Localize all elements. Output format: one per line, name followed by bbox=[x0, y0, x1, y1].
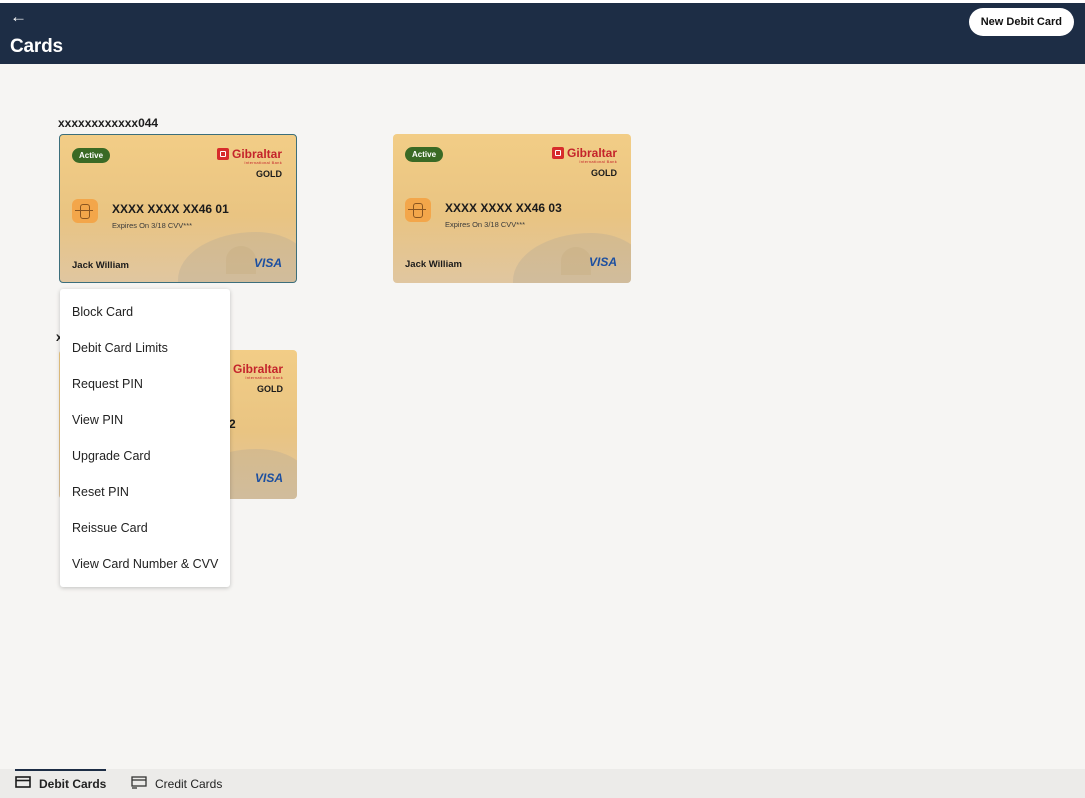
credit-card-icon bbox=[131, 775, 147, 792]
card-decoration bbox=[226, 246, 256, 274]
bank-subtitle: International Bank bbox=[244, 160, 282, 165]
card-actions-menu: Block Card Debit Card Limits Request PIN… bbox=[60, 289, 230, 587]
card-chip-icon bbox=[72, 199, 98, 223]
visa-logo: VISA bbox=[254, 471, 283, 485]
menu-item-reset-pin[interactable]: Reset PIN bbox=[60, 474, 230, 510]
menu-item-debit-card-limits[interactable]: Debit Card Limits bbox=[60, 330, 230, 366]
back-arrow-icon[interactable]: ← bbox=[10, 8, 27, 26]
status-badge: Active bbox=[72, 148, 111, 163]
bank-name: Gibraltar bbox=[231, 147, 282, 161]
card-tier: GOLD bbox=[256, 169, 282, 179]
tab-debit-cards[interactable]: Debit Cards bbox=[15, 769, 107, 798]
debit-card-icon bbox=[15, 776, 31, 791]
tab-label: Credit Cards bbox=[155, 776, 223, 791]
menu-item-reissue-card[interactable]: Reissue Card bbox=[60, 510, 230, 546]
card-expiry: Expires On 3/18 CVV*** bbox=[445, 220, 526, 229]
card-chip-icon bbox=[405, 198, 431, 222]
card-holder-name: Jack William bbox=[405, 259, 462, 270]
card-expiry: Expires On 3/18 CVV*** bbox=[112, 221, 193, 230]
bank-name: Gibraltar bbox=[232, 362, 283, 376]
card-number: XXXX XXXX XX46 01 bbox=[112, 202, 229, 216]
card-holder-name: Jack William bbox=[72, 260, 129, 271]
menu-item-request-pin[interactable]: Request PIN bbox=[60, 366, 230, 402]
tab-label: Debit Cards bbox=[39, 776, 107, 791]
bottom-tab-bar: Debit Cards Credit Cards bbox=[0, 769, 1085, 798]
menu-item-view-pin[interactable]: View PIN bbox=[60, 402, 230, 438]
card-number: XXXX XXXX XX46 03 bbox=[445, 201, 562, 215]
menu-item-block-card[interactable]: Block Card bbox=[60, 294, 230, 330]
card-tier: GOLD bbox=[591, 168, 617, 178]
new-debit-card-button[interactable]: New Debit Card bbox=[968, 8, 1074, 36]
debit-card[interactable]: Active Gibraltar International Bank GOLD… bbox=[59, 134, 297, 283]
account-number-label: xxxxxxxxxxxx044 bbox=[58, 116, 159, 130]
card-decoration bbox=[561, 247, 591, 275]
bank-brand: Gibraltar International Bank GOLD bbox=[551, 146, 617, 178]
bank-brand: Gibraltar International Bank GOLD bbox=[216, 147, 282, 179]
bank-logo-icon bbox=[551, 147, 564, 159]
page-title: Cards bbox=[10, 36, 63, 57]
visa-logo: VISA bbox=[588, 255, 617, 269]
card-number: 2 bbox=[229, 417, 236, 431]
menu-item-upgrade-card[interactable]: Upgrade Card bbox=[60, 438, 230, 474]
status-badge: Active bbox=[405, 147, 444, 162]
visa-logo: VISA bbox=[253, 256, 282, 270]
app-header: ← Cards New Debit Card bbox=[0, 0, 1085, 64]
tab-credit-cards[interactable]: Credit Cards bbox=[131, 769, 222, 798]
debit-card[interactable]: Active Gibraltar International Bank GOLD… bbox=[393, 134, 631, 283]
bank-subtitle: International Bank bbox=[579, 159, 617, 164]
menu-item-view-card-number-cvv[interactable]: View Card Number & CVV bbox=[60, 546, 230, 582]
bank-logo-icon bbox=[216, 148, 229, 160]
bank-name: Gibraltar bbox=[566, 146, 617, 160]
